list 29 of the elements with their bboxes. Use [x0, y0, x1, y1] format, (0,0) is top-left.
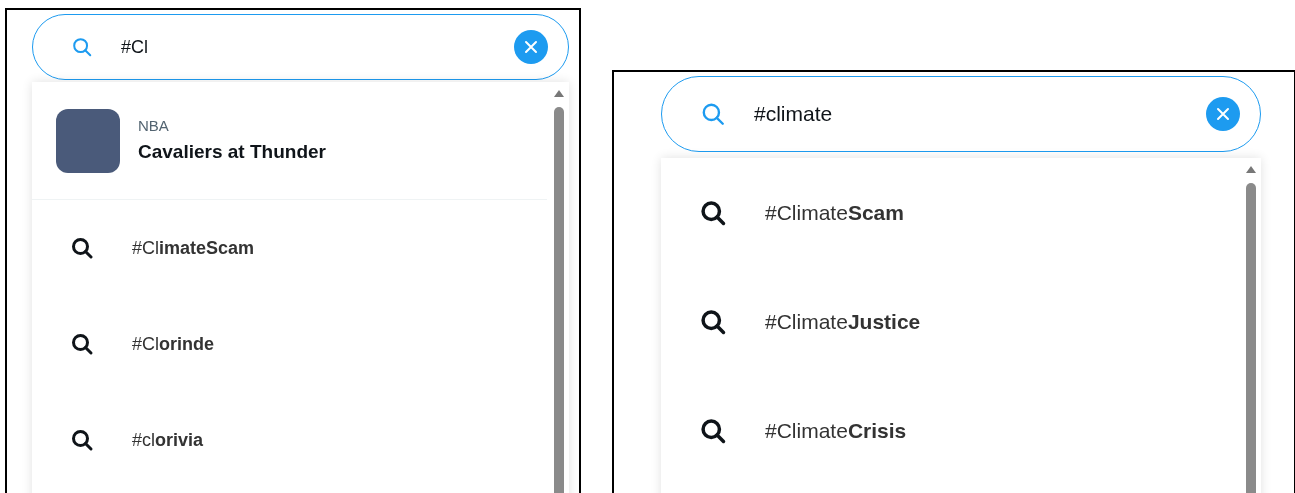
close-icon	[1215, 106, 1231, 122]
scroll-up-arrow-icon	[554, 90, 564, 97]
search-suggestion[interactable]: #ClimateCrisis	[661, 376, 1239, 485]
search-suggestion[interactable]: #ClimateJustice	[661, 267, 1239, 376]
magnifier-icon	[699, 198, 727, 227]
search-field[interactable]: #climate	[661, 76, 1261, 152]
search-suggestion[interactable]: #Clorinde	[32, 296, 547, 392]
magnifier-icon	[699, 416, 727, 445]
scrollbar-thumb[interactable]	[554, 107, 564, 493]
search-icon	[700, 101, 726, 127]
search-field[interactable]: #Cl	[32, 14, 569, 80]
magnifier-icon	[70, 332, 94, 356]
magnifier-icon	[699, 307, 727, 336]
magnifier-icon	[70, 428, 94, 452]
magnifier-icon	[70, 236, 94, 260]
search-suggestion[interactable]: #ClimateScam	[661, 158, 1239, 267]
search-icon	[71, 36, 93, 58]
search-suggestion[interactable]: #clorivia	[32, 392, 547, 488]
photo-placeholder	[56, 108, 120, 173]
search-suggestion[interactable]: #ClimateScam	[32, 200, 547, 296]
close-icon	[523, 39, 539, 55]
search-input-text: #climate	[754, 101, 834, 128]
scroll-up-arrow-icon	[1246, 166, 1256, 173]
clear-button[interactable]	[1206, 97, 1240, 131]
event-result[interactable]: NBA Cavaliers at Thunder	[32, 82, 547, 200]
event-category: NBA	[138, 116, 170, 136]
clear-button[interactable]	[514, 30, 548, 64]
search-input-text: #Cl	[121, 35, 149, 59]
event-title: Cavaliers at Thunder	[138, 139, 326, 164]
